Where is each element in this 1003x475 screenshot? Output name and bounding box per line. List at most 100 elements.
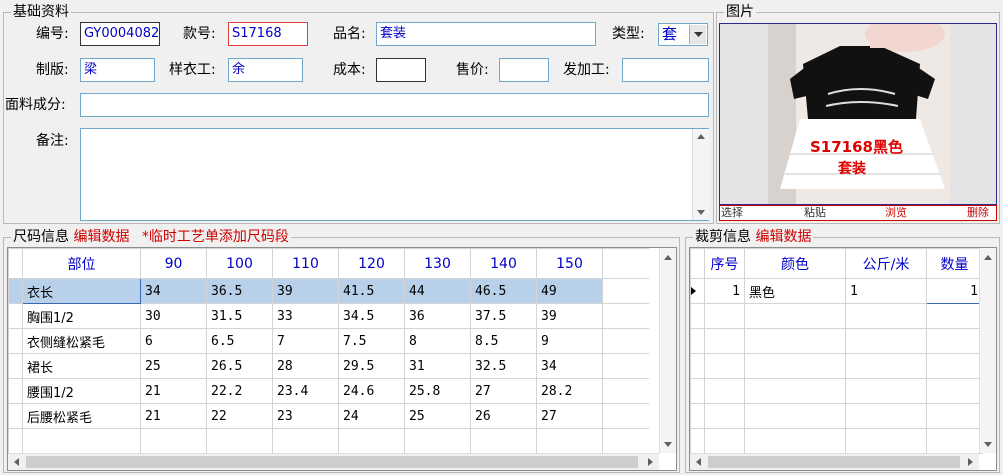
size-cell[interactable]: 后腰松紧毛	[22, 403, 141, 429]
size-cell-empty[interactable]	[206, 428, 273, 454]
size-cell[interactable]: 21	[140, 403, 207, 429]
cut-cell-empty[interactable]	[926, 403, 983, 429]
size-cell[interactable]: 36.5	[206, 278, 273, 304]
remark-scrollbar[interactable]	[692, 129, 709, 220]
cut-cell-empty[interactable]	[845, 353, 927, 379]
table-row[interactable]: 裙长 25 26.5 28 29.5 31 32.5 34	[8, 353, 649, 379]
size-cell[interactable]: 22.2	[206, 378, 273, 404]
cut-cell-empty[interactable]	[704, 353, 745, 379]
size-cell-empty[interactable]	[536, 428, 603, 454]
scroll-down-icon[interactable]	[984, 442, 992, 447]
photo-browse-button[interactable]: 浏览	[883, 205, 909, 221]
size-cell[interactable]: 裙长	[22, 353, 141, 379]
size-add-link[interactable]: *临时工艺单添加尺码段	[142, 229, 289, 245]
size-grid-hscroll-thumb[interactable]	[26, 456, 638, 468]
type-select[interactable]: 套	[658, 23, 708, 46]
size-cell[interactable]: 胸围1/2	[22, 303, 141, 329]
processor-field[interactable]	[622, 58, 709, 82]
cut-cell-empty[interactable]	[704, 328, 745, 354]
table-row[interactable]: 衣侧缝松紧毛 6 6.5 7 7.5 8 8.5 9	[8, 328, 649, 354]
table-row-empty[interactable]	[8, 428, 649, 454]
size-cell[interactable]: 39	[536, 303, 603, 329]
size-cell-empty[interactable]	[140, 428, 207, 454]
photo-select-button[interactable]: 选择	[720, 205, 744, 221]
size-cell[interactable]: 36	[404, 303, 471, 329]
size-cell[interactable]: 24	[338, 403, 405, 429]
size-cell[interactable]: 31.5	[206, 303, 273, 329]
size-cell[interactable]: 8	[404, 328, 471, 354]
price-field[interactable]	[499, 58, 549, 82]
size-col-header[interactable]: 120	[338, 248, 405, 279]
size-cell[interactable]: 27	[470, 378, 537, 404]
table-row-empty[interactable]	[690, 303, 983, 329]
scroll-right-icon[interactable]	[968, 458, 973, 466]
size-grid[interactable]: 部位 90 100 110 120 130 140 150 衣长 34 36.5…	[7, 247, 677, 471]
cut-cell-empty[interactable]	[926, 353, 983, 379]
cut-cell-empty[interactable]	[845, 428, 927, 454]
cut-cell[interactable]: 1	[926, 278, 983, 304]
size-cell[interactable]: 6	[140, 328, 207, 354]
table-row-empty[interactable]	[690, 428, 983, 454]
size-col-header[interactable]: 部位	[22, 248, 141, 279]
scroll-down-icon[interactable]	[664, 442, 672, 447]
size-cell-empty[interactable]	[404, 428, 471, 454]
size-cell[interactable]: 7.5	[338, 328, 405, 354]
cut-cell-empty[interactable]	[704, 378, 745, 404]
cut-cell[interactable]: 1	[704, 278, 745, 304]
scroll-down-icon[interactable]	[697, 210, 705, 215]
size-cell[interactable]: 8.5	[470, 328, 537, 354]
size-cell[interactable]: 31	[404, 353, 471, 379]
size-edit-link[interactable]: 编辑数据	[73, 229, 129, 245]
cut-cell[interactable]: 1	[845, 278, 927, 304]
scroll-left-icon[interactable]	[14, 458, 19, 466]
size-cell[interactable]: 21	[140, 378, 207, 404]
cut-col-header[interactable]: 颜色	[744, 248, 846, 279]
size-cell[interactable]: 34	[536, 353, 603, 379]
fabric-field[interactable]	[80, 93, 709, 117]
size-cell[interactable]: 33	[272, 303, 339, 329]
size-cell[interactable]: 49	[536, 278, 603, 304]
size-cell[interactable]: 25	[140, 353, 207, 379]
table-row[interactable]: 腰围1/2 21 22.2 23.4 24.6 25.8 27 28.2	[8, 378, 649, 404]
cut-cell-empty[interactable]	[845, 328, 927, 354]
size-cell-empty[interactable]	[272, 428, 339, 454]
size-cell[interactable]: 26	[470, 403, 537, 429]
scroll-left-icon[interactable]	[696, 458, 701, 466]
size-cell[interactable]: 29.5	[338, 353, 405, 379]
cut-grid-hscroll[interactable]	[690, 453, 979, 470]
cut-cell-empty[interactable]	[845, 403, 927, 429]
size-col-header[interactable]: 110	[272, 248, 339, 279]
code-field[interactable]: GY0004082	[80, 22, 160, 46]
cut-cell-empty[interactable]	[704, 403, 745, 429]
scroll-up-icon[interactable]	[984, 255, 992, 260]
size-cell-empty[interactable]	[470, 428, 537, 454]
style-no-field[interactable]: S17168	[228, 22, 308, 46]
size-cell[interactable]: 39	[272, 278, 339, 304]
size-cell[interactable]: 7	[272, 328, 339, 354]
size-cell[interactable]: 24.6	[338, 378, 405, 404]
size-cell[interactable]: 衣侧缝松紧毛	[22, 328, 141, 354]
size-cell[interactable]: 27	[536, 403, 603, 429]
cut-cell-empty[interactable]	[926, 328, 983, 354]
name-field[interactable]: 套装	[376, 22, 596, 46]
size-cell[interactable]: 32.5	[470, 353, 537, 379]
size-cell[interactable]: 衣长	[22, 278, 141, 304]
remark-textarea[interactable]	[80, 128, 709, 221]
size-cell[interactable]: 37.5	[470, 303, 537, 329]
size-grid-vscroll[interactable]	[659, 248, 676, 453]
cut-cell-empty[interactable]	[744, 328, 846, 354]
size-cell[interactable]: 44	[404, 278, 471, 304]
size-cell[interactable]: 腰围1/2	[22, 378, 141, 404]
size-col-header[interactable]: 150	[536, 248, 603, 279]
cut-col-header[interactable]: 公斤/米	[845, 248, 927, 279]
table-row-empty[interactable]	[690, 353, 983, 379]
table-row[interactable]: 衣长 34 36.5 39 41.5 44 46.5 49	[8, 278, 649, 304]
cut-cell-empty[interactable]	[704, 303, 745, 329]
cut-cell-empty[interactable]	[744, 303, 846, 329]
scroll-right-icon[interactable]	[648, 458, 653, 466]
cut-cell-empty[interactable]	[845, 378, 927, 404]
cut-grid-hscroll-thumb[interactable]	[708, 456, 960, 468]
cut-col-header[interactable]: 数量	[926, 248, 983, 279]
size-cell-empty[interactable]	[22, 428, 141, 454]
size-col-header[interactable]: 140	[470, 248, 537, 279]
